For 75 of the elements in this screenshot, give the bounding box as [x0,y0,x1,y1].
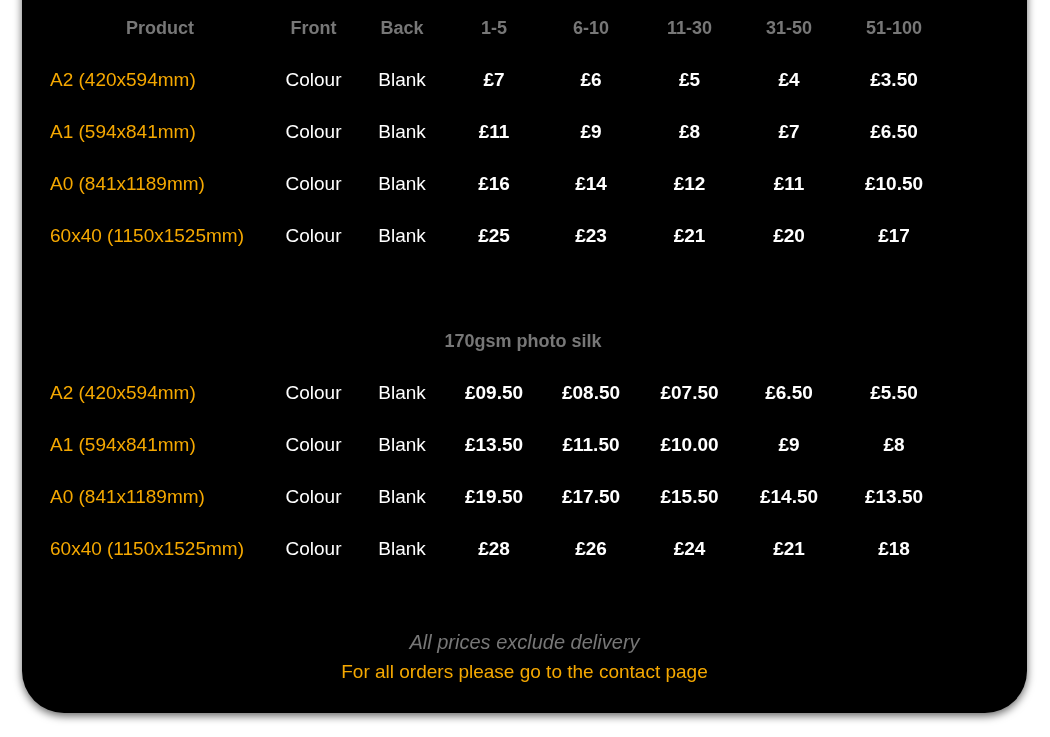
price: £13.50 [464,433,524,455]
price: £8 [883,433,905,455]
column-header: Front [290,17,337,38]
table-cell: Colour [285,172,342,194]
price: £7 [778,120,800,142]
table-cell: Blank [378,172,426,194]
column-header: 31-50 [765,17,812,38]
product-name: A1 (594x841mm) [50,433,196,455]
product-name: A1 (594x841mm) [50,120,196,142]
product-name: 60x40 (1150x1525mm) [50,224,244,246]
delivery-note: All prices exclude delivery [409,630,640,655]
price: £08.50 [561,381,621,403]
price: £11 [773,172,805,194]
table-cell: Colour [285,381,342,403]
table-cell: Blank [378,485,426,507]
price: £28 [478,537,510,559]
column-header: Back [380,17,424,38]
price: £21 [773,537,805,559]
price: £6.50 [870,120,918,142]
price: £17.50 [561,485,621,507]
table-cell: Colour [285,485,342,507]
price: £6 [580,68,602,90]
price: £07.50 [660,381,719,403]
price: £23 [575,224,607,246]
price: £26 [575,537,607,559]
column-header: 6-10 [573,17,609,38]
price: £20 [773,224,805,246]
price: £9 [580,120,602,142]
table-cell: Colour [285,68,342,90]
table-cell: Colour [285,433,342,455]
price: £25 [478,224,510,246]
price: £24 [673,537,706,559]
price: £10.50 [864,172,924,194]
product-name: 60x40 (1150x1525mm) [50,537,244,559]
price: £11 [478,120,510,142]
product-name: A0 (841x1189mm) [50,172,205,194]
price: £3.50 [870,68,918,90]
price: £4 [778,68,800,90]
table-cell: Blank [378,120,426,142]
section-title: 170gsm photo silk [444,329,602,353]
price: £5.50 [870,381,918,403]
table-cell: Blank [378,224,426,246]
table-cell: Blank [378,68,426,90]
price: £8 [678,120,701,142]
price: £21 [673,224,706,246]
price: £17 [878,224,910,246]
price: £12 [673,172,706,194]
price: £7 [483,68,505,90]
table-cell: Blank [378,381,426,403]
column-header: 1-5 [481,17,507,38]
price: £14.50 [759,485,819,507]
table-cell: Colour [285,224,342,246]
price: £09.50 [464,381,524,403]
price: £14 [575,172,607,194]
product-name: A2 (420x594mm) [50,68,196,90]
column-header: 11-30 [666,17,712,38]
price: £9 [778,433,800,455]
price: £16 [478,172,510,194]
price: £13.50 [864,485,924,507]
price: £11.50 [562,433,620,455]
table-cell: Colour [285,120,342,142]
column-header: 51-100 [865,17,923,38]
column-header: Product [126,17,194,38]
price: £15.50 [660,485,719,507]
table-cell: Blank [378,537,426,559]
contact-link[interactable]: For all orders please go to the contact page [341,657,708,687]
price: £5 [678,68,701,90]
price: £10.00 [660,433,719,455]
product-name: A0 (841x1189mm) [50,485,205,507]
table-cell: Colour [285,537,342,559]
table-cell: Blank [378,433,426,455]
price: £6.50 [765,381,813,403]
product-name: A2 (420x594mm) [50,381,196,403]
price: £18 [878,537,910,559]
price: £19.50 [464,485,524,507]
